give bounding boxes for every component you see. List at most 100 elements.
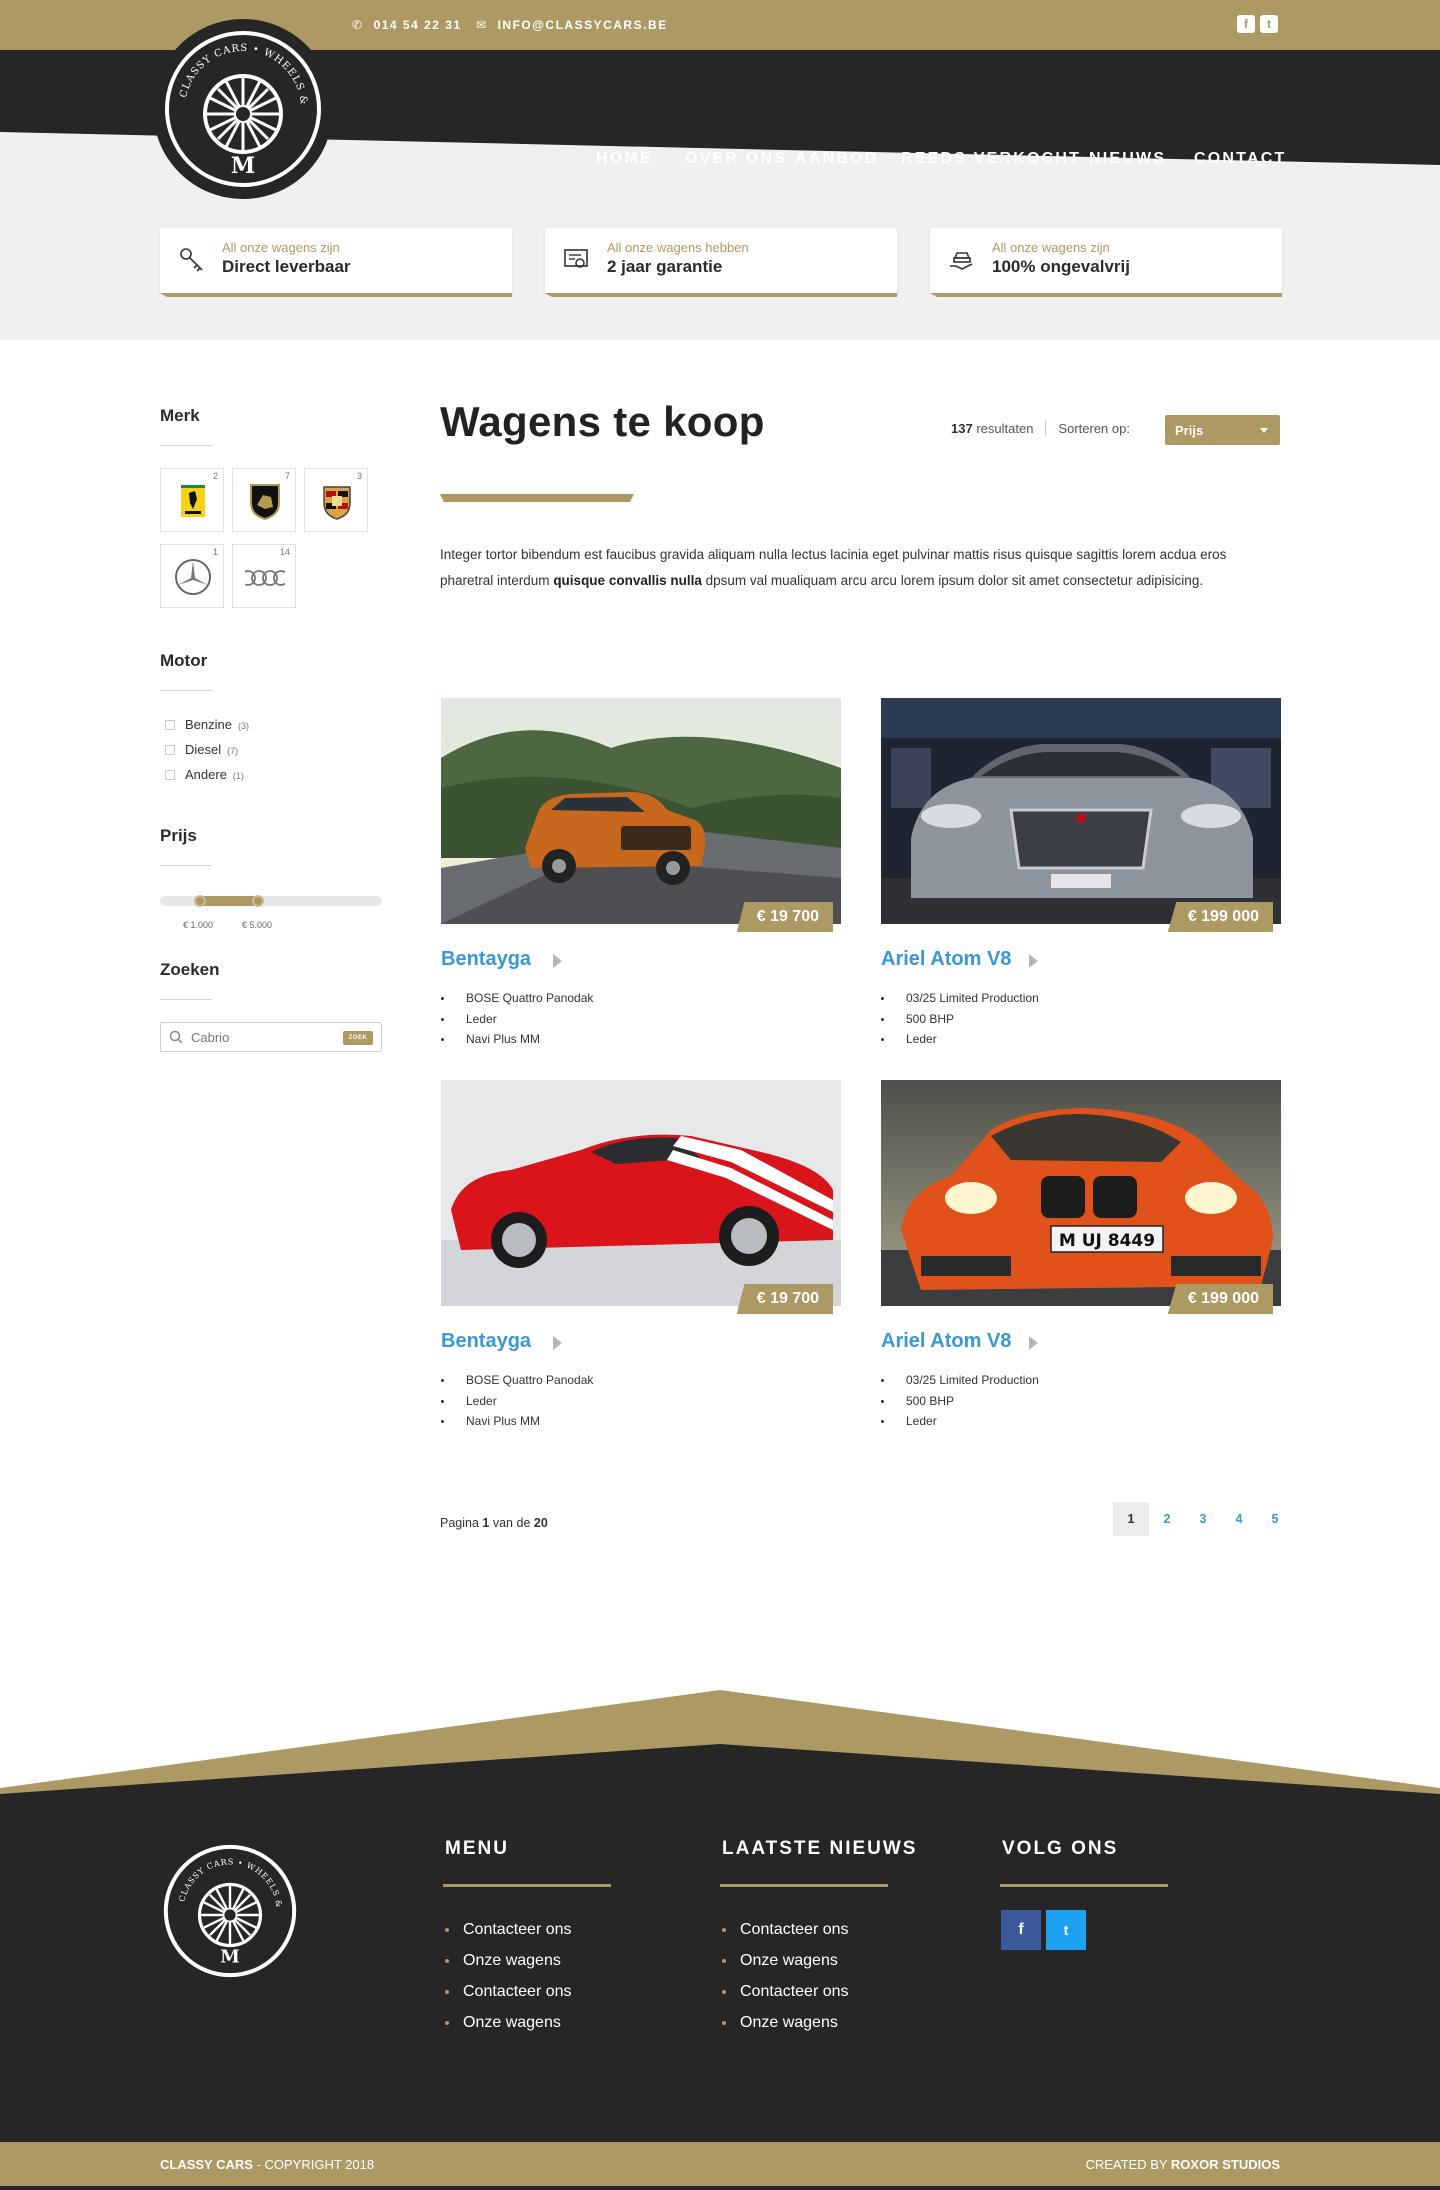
brand-audi[interactable]: 14	[232, 544, 296, 608]
page-3[interactable]: 3	[1185, 1502, 1221, 1536]
footer-logo[interactable]: CLASSY CARS • WHEELS & MORE M	[152, 1829, 303, 1986]
brand-count: 7	[284, 471, 290, 481]
footer-menu-link[interactable]: Contacteer ons	[445, 1914, 572, 1945]
facebook-button[interactable]: f	[1001, 1910, 1041, 1950]
footer-news-link[interactable]: Contacteer ons	[722, 1976, 849, 2007]
nav-aanbod[interactable]: AANBOD	[795, 150, 878, 168]
page-5[interactable]: 5	[1257, 1502, 1293, 1536]
footer-news-list: Contacteer ons Onze wagens Contacteer on…	[722, 1914, 849, 2038]
mercedes-logo-icon	[175, 559, 211, 595]
list-item: BOSE Quattro Panodak	[441, 1370, 593, 1391]
nav-over-ons[interactable]: OVER ONS	[685, 150, 787, 168]
price-slider-max-handle[interactable]	[251, 895, 264, 907]
heading-underline	[160, 999, 212, 1000]
checkbox[interactable]	[165, 745, 175, 755]
twitter-icon[interactable]: t	[1260, 15, 1278, 33]
chevron-down-icon	[1260, 428, 1268, 433]
feature-title: Direct leverbaar	[222, 257, 351, 276]
facebook-icon: f	[1018, 1921, 1024, 1938]
price-slider-min-handle[interactable]	[193, 895, 206, 907]
car-title-link[interactable]: Ariel Atom V8	[881, 1330, 1011, 1353]
nav-home[interactable]: HOME	[596, 150, 653, 168]
nav-contact[interactable]: CONTACT	[1194, 150, 1286, 168]
car-title-link[interactable]: Ariel Atom V8	[881, 948, 1011, 971]
footer-menu-link[interactable]: Contacteer ons	[445, 1976, 572, 2007]
feature-subtitle: All onze wagens zijn	[222, 240, 340, 255]
logo-letter: M	[231, 153, 255, 179]
email-link[interactable]: ✉ INFO@CLASSYCARS.BE	[476, 18, 668, 32]
search-button[interactable]: ZOEK	[343, 1031, 373, 1045]
motor-count: (3)	[237, 721, 249, 731]
nav-reeds-verkocht[interactable]: REEDS VERKOCHT	[901, 150, 1081, 168]
ferrari-logo-icon	[181, 485, 205, 517]
lamborghini-logo-icon	[250, 484, 280, 521]
price-tag: € 199 000	[1167, 1284, 1273, 1314]
price-min-label: € 1.000	[183, 920, 214, 930]
facebook-icon[interactable]: f	[1237, 15, 1255, 33]
caret-right-icon	[1029, 954, 1038, 968]
heading-underline	[160, 445, 212, 446]
checkbox[interactable]	[165, 720, 175, 730]
footer-menu-link[interactable]: Onze wagens	[445, 2007, 572, 2038]
price-tag: € 199 000	[1167, 902, 1273, 932]
pagination-current: 1	[482, 1516, 490, 1530]
footer-news-link[interactable]: Onze wagens	[722, 1945, 849, 1976]
feature-card-accident-free: All onze wagens zijn 100% ongevalvrij	[930, 228, 1282, 297]
copyright-bar: CLASSY CARS - COPYRIGHT 2018 CREATED BY …	[0, 2142, 1440, 2186]
footer-follow-heading: VOLG ONS	[1002, 1838, 1119, 1859]
footer-news-link[interactable]: Onze wagens	[722, 2007, 849, 2038]
car-photo[interactable]	[441, 698, 841, 924]
list-item: 03/25 Limited Production	[881, 1370, 1039, 1391]
car-photo[interactable]: M UJ 8449	[881, 1080, 1281, 1306]
brand-porsche[interactable]: 3	[304, 468, 368, 532]
brand-ferrari[interactable]: 2	[160, 468, 224, 532]
list-item: Navi Plus MM	[441, 1411, 593, 1432]
search-field: ZOEK	[160, 1022, 382, 1052]
intro-text-part: dpsum val mualiquam arcu arcu lorem ipsu…	[701, 573, 1204, 588]
keys-icon	[180, 248, 203, 272]
car-title-link[interactable]: Bentayga	[441, 948, 531, 971]
credits-text: CREATED BY ROXOR STUDIOS	[1085, 2157, 1280, 2172]
car-title-link[interactable]: Bentayga	[441, 1330, 531, 1353]
footer-heading-underline	[1000, 1884, 1168, 1887]
credits-studio[interactable]: ROXOR STUDIOS	[1171, 2157, 1280, 2172]
car-photo[interactable]	[441, 1080, 841, 1306]
car-photo[interactable]	[881, 698, 1281, 924]
phone-link[interactable]: ✆ 014 54 22 31	[352, 18, 462, 32]
pagination: 1 2 3 4 5	[1113, 1502, 1293, 1536]
caret-right-icon	[553, 954, 562, 968]
email-address: INFO@CLASSYCARS.BE	[497, 18, 668, 32]
feature-title: 2 jaar garantie	[607, 257, 723, 276]
motor-option-benzine[interactable]: Benzine (3)	[165, 717, 249, 732]
phone-number: 014 54 22 31	[373, 18, 462, 32]
car-features: 03/25 Limited Production 500 BHP Leder	[881, 1370, 1039, 1432]
price-slider[interactable]	[160, 895, 382, 907]
logo[interactable]: CLASSY CARS • WHEELS & MORE M	[146, 8, 334, 202]
prijs-heading: Prijs	[160, 826, 197, 845]
sort-select[interactable]: Prijs	[1165, 415, 1280, 445]
motor-option-andere[interactable]: Andere (1)	[165, 767, 244, 782]
caret-right-icon	[1029, 1336, 1038, 1350]
search-input[interactable]	[191, 1028, 331, 1046]
footer-menu-link[interactable]: Onze wagens	[445, 1945, 572, 1976]
brand-lamborghini[interactable]: 7	[232, 468, 296, 532]
brand-mercedes[interactable]: 1	[160, 544, 224, 608]
page-1[interactable]: 1	[1113, 1502, 1149, 1536]
hand-car-icon	[950, 252, 973, 270]
pagination-middle: van de	[492, 1516, 531, 1530]
footer-news-link[interactable]: Contacteer ons	[722, 1914, 849, 1945]
footer-menu-heading: MENU	[445, 1838, 509, 1859]
feature-underline	[545, 293, 897, 297]
divider	[1045, 421, 1047, 435]
checkbox[interactable]	[165, 770, 175, 780]
car-features: BOSE Quattro Panodak Leder Navi Plus MM	[441, 988, 593, 1050]
page-4[interactable]: 4	[1221, 1502, 1257, 1536]
motor-option-diesel[interactable]: Diesel (7)	[165, 742, 238, 757]
motor-label: Andere	[185, 767, 227, 782]
page-2[interactable]: 2	[1149, 1502, 1185, 1536]
twitter-button[interactable]: t	[1046, 1910, 1086, 1950]
motor-count: (7)	[227, 746, 239, 756]
pagination-info: Pagina 1 van de 20	[440, 1516, 548, 1530]
nav-nieuws[interactable]: NIEUWS	[1089, 150, 1166, 168]
brand-count: 14	[279, 547, 290, 557]
